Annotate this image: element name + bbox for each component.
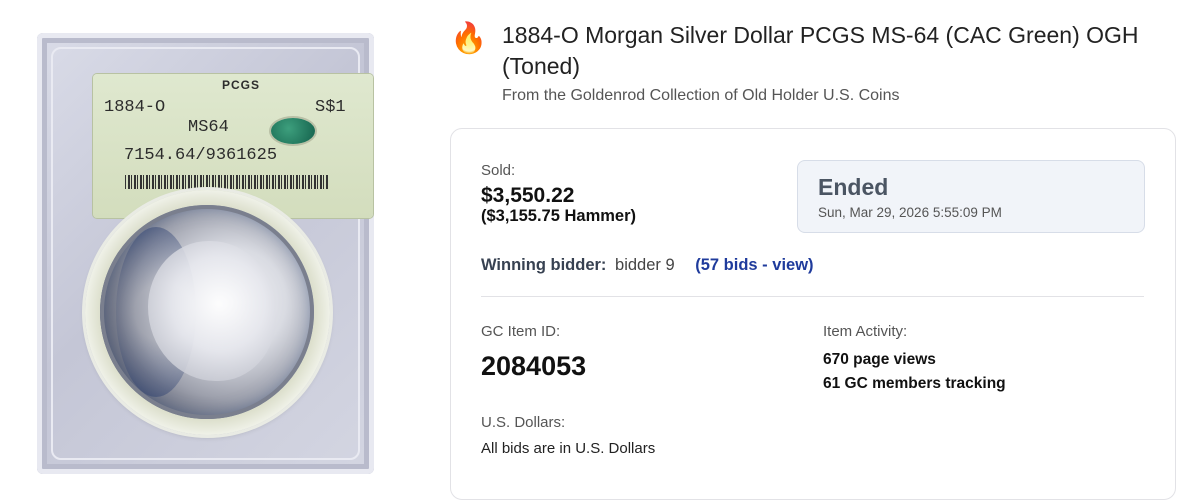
divider	[481, 296, 1144, 297]
currency-note: All bids are in U.S. Dollars	[481, 440, 656, 457]
sold-label: Sold:	[481, 162, 516, 179]
winning-bidder-name: bidder 9	[615, 256, 675, 274]
item-id-label: GC Item ID:	[481, 323, 561, 340]
item-title: 1884-O Morgan Silver Dollar PCGS MS-64 (…	[502, 22, 1139, 79]
coin-image[interactable]: PCGS 1884-O S$1 MS64 7154.64/9361625	[37, 33, 374, 474]
sold-price: $3,550.22	[481, 184, 575, 207]
fire-icon: 🔥	[450, 22, 488, 55]
item-activity-label: Item Activity:	[823, 323, 908, 340]
cac-sticker-icon	[271, 118, 315, 144]
winning-bidder-label: Winning bidder:	[481, 256, 607, 274]
auction-summary-card: Sold: $3,550.22 ($3,155.75 Hammer) Ended…	[450, 128, 1176, 500]
slab-cert: 7154.64/9361625	[124, 146, 278, 165]
slab-grader: PCGS	[222, 78, 261, 92]
hammer-price: ($3,155.75 Hammer)	[481, 207, 636, 226]
barcode-icon	[125, 175, 329, 189]
end-time: Sun, Mar 29, 2026 5:55:09 PM	[818, 205, 1002, 220]
currency-label: U.S. Dollars:	[481, 414, 566, 431]
slab-date: 1884-O	[104, 98, 166, 117]
auction-status-box: Ended Sun, Mar 29, 2026 5:55:09 PM	[797, 160, 1145, 233]
coin	[100, 205, 314, 419]
view-bids-link[interactable]: (57 bids - view)	[695, 256, 813, 274]
status-label: Ended	[818, 174, 889, 200]
winning-bidder-row: Winning bidder: bidder 9 (57 bids - view…	[481, 256, 814, 275]
hammer-word: Hammer)	[564, 207, 637, 225]
item-id-value: 2084053	[481, 351, 587, 381]
members-tracking: 61 GC members tracking	[823, 375, 1006, 392]
slab-denomination: S$1	[315, 98, 346, 117]
page-views: 670 page views	[823, 351, 936, 368]
slab-grade: MS64	[188, 118, 229, 137]
hammer-amount: ($3,155.75	[481, 207, 560, 225]
item-subtitle: From the Goldenrod Collection of Old Hol…	[502, 87, 900, 104]
